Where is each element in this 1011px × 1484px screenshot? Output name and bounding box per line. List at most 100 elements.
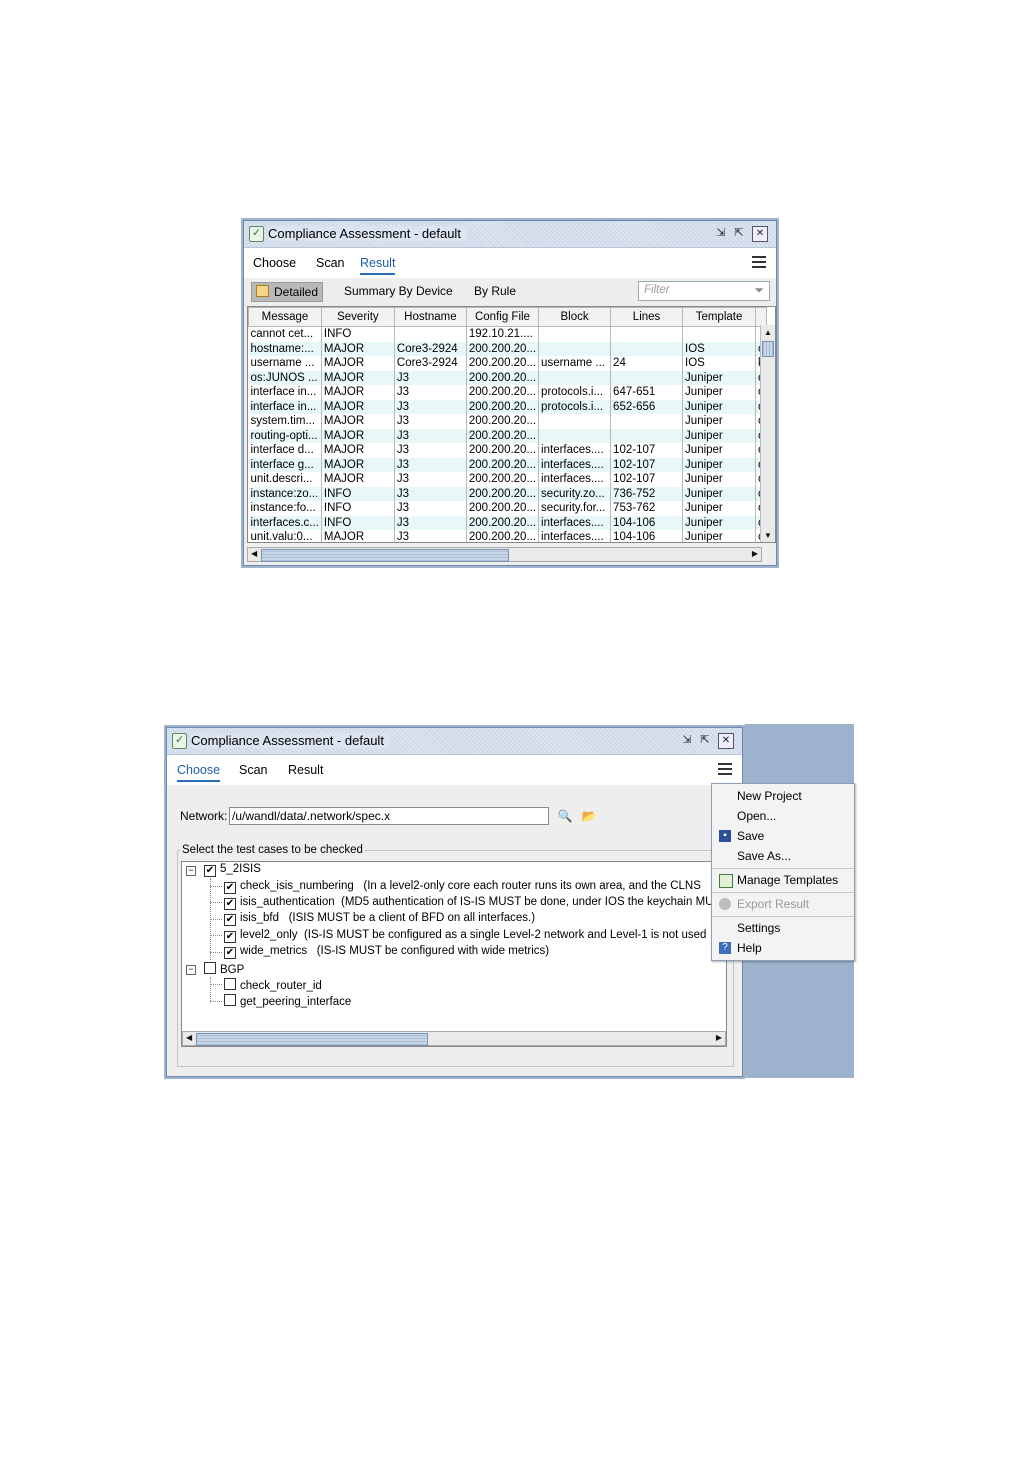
search-icon[interactable]: 🔍 — [557, 808, 573, 824]
menu-item-open[interactable]: Open... — [712, 806, 854, 826]
detailed-view-button[interactable]: Detailed — [251, 282, 324, 302]
results-table[interactable]: Message Severity Hostname Config File Bl… — [247, 306, 776, 543]
column-header[interactable]: Block — [538, 307, 612, 327]
tab-choose[interactable]: Choose — [177, 763, 221, 782]
menu-item-new-project[interactable]: New Project — [712, 786, 854, 806]
menu-item-save-as[interactable]: Save As... — [712, 846, 854, 866]
tab-scan[interactable]: Scan — [316, 256, 345, 270]
scroll-left-icon[interactable]: ◀ — [186, 1033, 192, 1042]
checkbox-checked[interactable]: ✔ — [204, 865, 216, 877]
table-cell: J3 — [394, 443, 467, 458]
column-header[interactable]: Config File — [465, 307, 540, 327]
test-case-item[interactable]: ✔ check_isis_numbering (In a level2-only … — [224, 880, 701, 894]
test-case-item[interactable]: check_router_id — [224, 978, 322, 992]
table-cell: Juniper — [682, 457, 757, 472]
checkbox-checked[interactable]: ✔ — [224, 914, 236, 926]
table-row[interactable]: interface in... MAJOR J3 200.200.20... proto… — [248, 399, 767, 414]
table-row[interactable]: interface in... MAJOR J3 200.200.20... proto… — [248, 385, 767, 400]
table-cell: Core3-2924 — [394, 341, 467, 356]
menu-item-save[interactable]: ▪ Save — [712, 826, 854, 846]
column-header[interactable]: Message — [248, 307, 322, 327]
table-row[interactable]: interfaces.c... INFO J3 200.200.20... interf… — [248, 515, 767, 530]
table-row[interactable]: interface d... MAJOR J3 200.200.20... interf… — [248, 443, 767, 458]
by-rule-button[interactable]: By Rule — [470, 282, 520, 300]
menu-item-settings[interactable]: Settings — [712, 918, 854, 938]
scroll-right-icon[interactable]: ▶ — [752, 549, 758, 558]
table-row[interactable]: instance:zo... INFO J3 200.200.20... securit… — [248, 486, 767, 501]
network-path-field[interactable]: /u/wandl/data/.network/spec.x — [229, 807, 549, 825]
test-case-item[interactable]: ✔ wide_metrics (IS-IS MUST be configured … — [224, 945, 549, 959]
table-row[interactable]: unit.descri... MAJOR J3 200.200.20... interf… — [248, 472, 767, 487]
column-header[interactable]: Lines — [610, 307, 684, 327]
table-row[interactable]: system.tim... MAJOR J3 200.200.20... Juniper… — [248, 414, 767, 429]
table-row[interactable]: routing-opti... MAJOR J3 200.200.20... Junip… — [248, 428, 767, 443]
test-case-item[interactable]: ✔ isis_authentication (MD5 authentication… — [224, 896, 713, 910]
checkbox-unchecked[interactable] — [224, 978, 236, 990]
table-cell: Juniper — [682, 385, 757, 400]
collapse-icon[interactable]: − — [186, 965, 196, 975]
table-row[interactable]: cannot cet... INFO 192.10.21.... — [248, 326, 767, 342]
table-cell: protocols.i... — [538, 385, 612, 400]
tab-scan[interactable]: Scan — [239, 763, 268, 777]
scroll-up-icon[interactable]: ▲ — [764, 328, 772, 337]
title-bar[interactable]: Compliance Assessment - default ⇲ ⇱ ✕ — [244, 221, 776, 248]
table-header-row: Message Severity Hostname Config File Bl… — [248, 307, 767, 327]
close-icon[interactable]: ✕ — [718, 733, 734, 749]
menu-item-help[interactable]: ? Help — [712, 938, 854, 958]
vertical-scrollbar[interactable]: ▲ ▼ — [760, 325, 775, 542]
maximize-icon[interactable]: ⇱ — [698, 733, 712, 747]
maximize-icon[interactable]: ⇱ — [732, 226, 746, 240]
table-row[interactable]: username ... MAJOR Core3-2924 200.200.20...… — [248, 356, 767, 371]
column-header[interactable]: Hostname — [393, 307, 467, 327]
test-case-item[interactable]: get_peering_interface — [224, 994, 351, 1008]
scroll-thumb[interactable] — [196, 1033, 428, 1046]
minimize-icon[interactable]: ⇲ — [714, 226, 728, 240]
tree-connector — [210, 902, 222, 903]
tree-group-isis[interactable]: ✔ 5_2ISIS — [204, 863, 261, 877]
tree-group-bgp[interactable]: BGP — [204, 962, 244, 976]
summary-by-device-button[interactable]: Summary By Device — [340, 282, 457, 300]
horizontal-scrollbar[interactable]: ◀ ▶ — [182, 1031, 726, 1046]
checkbox-checked[interactable]: ✔ — [224, 931, 236, 943]
test-case-item[interactable]: ✔ level2_only (IS-IS MUST be configured a… — [224, 929, 706, 943]
column-header[interactable]: Template — [682, 307, 757, 327]
menu-item-manage-templates[interactable]: Manage Templates — [712, 870, 854, 890]
hamburger-menu-icon[interactable] — [718, 763, 732, 778]
table-cell: 200.200.20... — [466, 341, 540, 356]
horizontal-scrollbar[interactable]: ◀ ▶ — [247, 547, 762, 562]
test-case-tree[interactable]: − ✔ 5_2ISIS ✔ check_isis_numbering (In a l… — [181, 861, 727, 1047]
close-icon[interactable]: ✕ — [752, 226, 768, 242]
scroll-down-icon[interactable]: ▼ — [764, 531, 772, 540]
collapse-icon[interactable]: − — [186, 866, 196, 876]
tab-result[interactable]: Result — [288, 763, 323, 777]
title-bar[interactable]: Compliance Assessment - default ⇲ ⇱ ✕ — [167, 728, 742, 755]
checkbox-unchecked[interactable] — [204, 962, 216, 974]
scroll-thumb[interactable] — [762, 341, 774, 357]
hamburger-menu-icon[interactable] — [752, 256, 766, 271]
table-row[interactable]: interface g... MAJOR J3 200.200.20... interf… — [248, 457, 767, 472]
filter-input[interactable]: Filter ⏷ — [638, 281, 770, 301]
table-row[interactable]: hostname:... MAJOR Core3-2924 200.200.20...… — [248, 341, 767, 356]
menu-separator — [712, 916, 854, 917]
table-row[interactable]: unit.valu:0... MAJOR J3 200.200.20... interf… — [248, 530, 767, 542]
checkbox-checked[interactable]: ✔ — [224, 898, 236, 910]
minimize-icon[interactable]: ⇲ — [680, 733, 694, 747]
column-header[interactable]: Severity — [320, 307, 395, 327]
test-case-desc: (MD5 authentication of IS-IS MUST be don… — [341, 896, 714, 908]
scroll-right-icon[interactable]: ▶ — [716, 1033, 722, 1042]
test-case-item[interactable]: ✔ isis_bfd (ISIS MUST be a client of BFD … — [224, 912, 535, 926]
table-cell: 652-656 — [610, 399, 684, 414]
checkbox-checked[interactable]: ✔ — [224, 882, 236, 894]
table-cell: 102-107 — [610, 472, 684, 487]
scroll-thumb[interactable] — [261, 549, 509, 562]
menu-item-export-result: Export Result — [712, 894, 854, 914]
checkbox-checked[interactable]: ✔ — [224, 947, 236, 959]
table-row[interactable]: instance:fo... INFO J3 200.200.20... securit… — [248, 501, 767, 516]
folder-open-icon[interactable]: 📂 — [581, 808, 597, 824]
tab-choose[interactable]: Choose — [253, 256, 296, 270]
table-row[interactable]: os:JUNOS ...MAJORJ3200.200.20...Juniperc — [248, 370, 767, 385]
tab-result[interactable]: Result — [360, 256, 396, 275]
checkbox-unchecked[interactable] — [224, 994, 236, 1006]
scroll-left-icon[interactable]: ◀ — [251, 549, 257, 558]
table-cell: unit.descri... — [248, 472, 322, 487]
